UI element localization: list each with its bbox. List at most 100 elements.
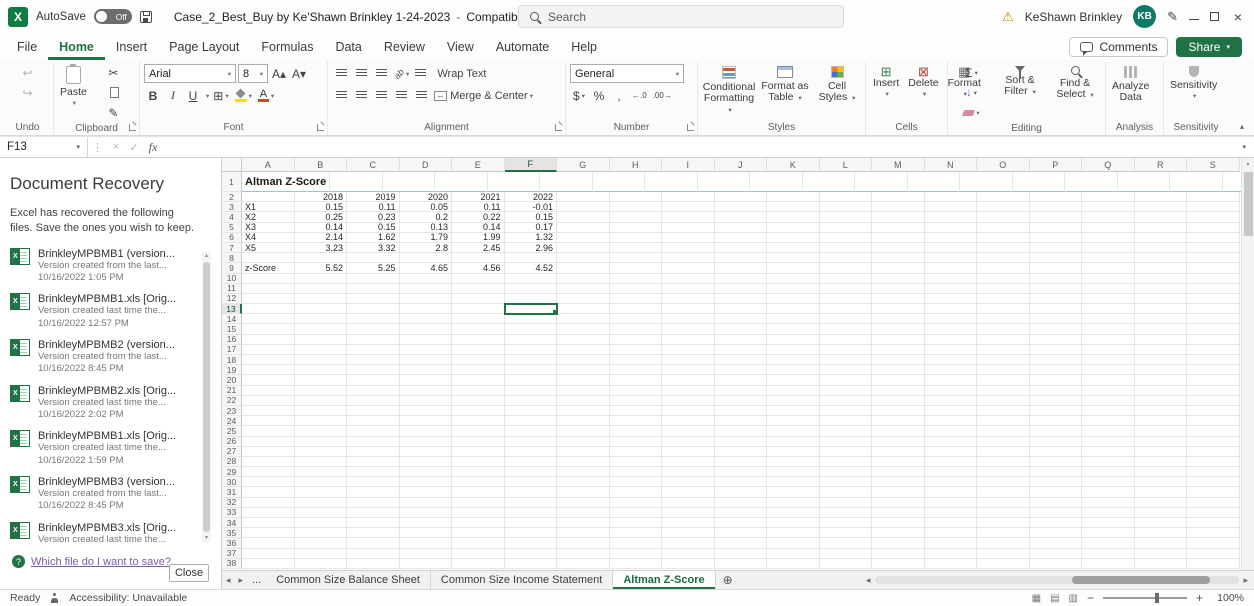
cell-S31[interactable]	[1187, 487, 1240, 497]
cell-Q1[interactable]	[1118, 172, 1171, 192]
cell-N34[interactable]	[925, 518, 978, 528]
cell-K5[interactable]	[767, 223, 820, 233]
cell-N38[interactable]	[925, 559, 978, 569]
cell-H2[interactable]	[610, 192, 663, 202]
cell-B29[interactable]	[295, 467, 348, 477]
cell-J34[interactable]	[715, 518, 768, 528]
cell-H33[interactable]	[610, 508, 663, 518]
cell-P11[interactable]	[1030, 284, 1083, 294]
save-icon[interactable]	[140, 11, 152, 23]
cell-S37[interactable]	[1187, 549, 1240, 559]
cell-F23[interactable]	[505, 406, 558, 416]
cell-R19[interactable]	[1135, 365, 1188, 375]
cell-P37[interactable]	[1030, 549, 1083, 559]
cell-E33[interactable]	[452, 508, 505, 518]
cell-P6[interactable]	[1030, 233, 1083, 243]
cell-B30[interactable]	[295, 477, 348, 487]
cell-P32[interactable]	[1030, 498, 1083, 508]
cell-L25[interactable]	[820, 426, 873, 436]
cell-C6[interactable]: 1.62	[347, 233, 400, 243]
cell-O19[interactable]	[977, 365, 1030, 375]
cell-C26[interactable]	[347, 437, 400, 447]
cell-F14[interactable]	[505, 314, 558, 324]
cell-H15[interactable]	[610, 324, 663, 334]
cell-J5[interactable]	[715, 223, 768, 233]
row-header-35[interactable]: 35	[222, 528, 242, 538]
sensitivity-button[interactable]: Sensitivity ▾	[1168, 63, 1219, 119]
cell-J8[interactable]	[715, 253, 768, 263]
cell-D31[interactable]	[400, 487, 453, 497]
cell-S19[interactable]	[1187, 365, 1240, 375]
cell-E3[interactable]: 0.11	[452, 202, 505, 212]
cell-B32[interactable]	[295, 498, 348, 508]
cell-I37[interactable]	[662, 549, 715, 559]
cell-B23[interactable]	[295, 406, 348, 416]
cell-G21[interactable]	[557, 386, 610, 396]
cell-D25[interactable]	[400, 426, 453, 436]
row-header-38[interactable]: 38	[222, 559, 242, 569]
cell-B7[interactable]: 3.23	[295, 243, 348, 253]
cell-A18[interactable]	[242, 355, 295, 365]
cell-L22[interactable]	[820, 396, 873, 406]
cell-K1[interactable]	[803, 172, 856, 192]
decrease-indent-icon[interactable]	[392, 86, 410, 105]
cell-J29[interactable]	[715, 467, 768, 477]
cell-J11[interactable]	[715, 284, 768, 294]
cell-P13[interactable]	[1030, 304, 1083, 314]
cell-M30[interactable]	[872, 477, 925, 487]
cell-O26[interactable]	[977, 437, 1030, 447]
cell-G24[interactable]	[557, 416, 610, 426]
cell-L17[interactable]	[820, 345, 873, 355]
column-header-N[interactable]: N	[925, 158, 978, 172]
cell-K19[interactable]	[767, 365, 820, 375]
cell-P31[interactable]	[1030, 487, 1083, 497]
fill-icon[interactable]: ↓▾	[952, 83, 991, 102]
zoom-slider[interactable]	[1103, 597, 1187, 599]
cell-E10[interactable]	[452, 274, 505, 284]
cell-R25[interactable]	[1135, 426, 1188, 436]
cell-E23[interactable]	[452, 406, 505, 416]
menu-tab-review[interactable]: Review	[373, 33, 436, 60]
cell-Q9[interactable]	[1082, 263, 1135, 273]
cell-H3[interactable]	[610, 202, 663, 212]
cell-D6[interactable]: 1.79	[400, 233, 453, 243]
cell-Q11[interactable]	[1082, 284, 1135, 294]
font-size-select[interactable]: 8▾	[238, 64, 268, 83]
cell-M9[interactable]	[872, 263, 925, 273]
cell-N1[interactable]	[960, 172, 1013, 192]
cell-F24[interactable]	[505, 416, 558, 426]
cell-N11[interactable]	[925, 284, 978, 294]
cell-N31[interactable]	[925, 487, 978, 497]
cell-S2[interactable]	[1187, 192, 1240, 202]
cell-O3[interactable]	[977, 202, 1030, 212]
cell-G36[interactable]	[557, 538, 610, 548]
cell-L30[interactable]	[820, 477, 873, 487]
column-header-H[interactable]: H	[610, 158, 663, 172]
cell-I25[interactable]	[662, 426, 715, 436]
cell-D5[interactable]: 0.13	[400, 223, 453, 233]
cell-L9[interactable]	[820, 263, 873, 273]
cell-Q38[interactable]	[1082, 559, 1135, 569]
cell-L37[interactable]	[820, 549, 873, 559]
cell-M13[interactable]	[872, 304, 925, 314]
cell-N13[interactable]	[925, 304, 978, 314]
cell-D37[interactable]	[400, 549, 453, 559]
cell-O33[interactable]	[977, 508, 1030, 518]
cell-M4[interactable]	[872, 212, 925, 222]
cell-I23[interactable]	[662, 406, 715, 416]
cell-G1[interactable]	[593, 172, 646, 192]
cell-O5[interactable]	[977, 223, 1030, 233]
cell-C32[interactable]	[347, 498, 400, 508]
cell-B4[interactable]: 0.25	[295, 212, 348, 222]
cell-K15[interactable]	[767, 324, 820, 334]
cell-F11[interactable]	[505, 284, 558, 294]
cell-P34[interactable]	[1030, 518, 1083, 528]
cell-L21[interactable]	[820, 386, 873, 396]
cell-P27[interactable]	[1030, 447, 1083, 457]
cell-G2[interactable]	[557, 192, 610, 202]
cell-A5[interactable]: X3	[242, 223, 295, 233]
formula-input[interactable]	[163, 137, 1234, 157]
cell-S6[interactable]	[1187, 233, 1240, 243]
font-dialog-launcher-icon[interactable]	[317, 124, 324, 131]
cell-H5[interactable]	[610, 223, 663, 233]
